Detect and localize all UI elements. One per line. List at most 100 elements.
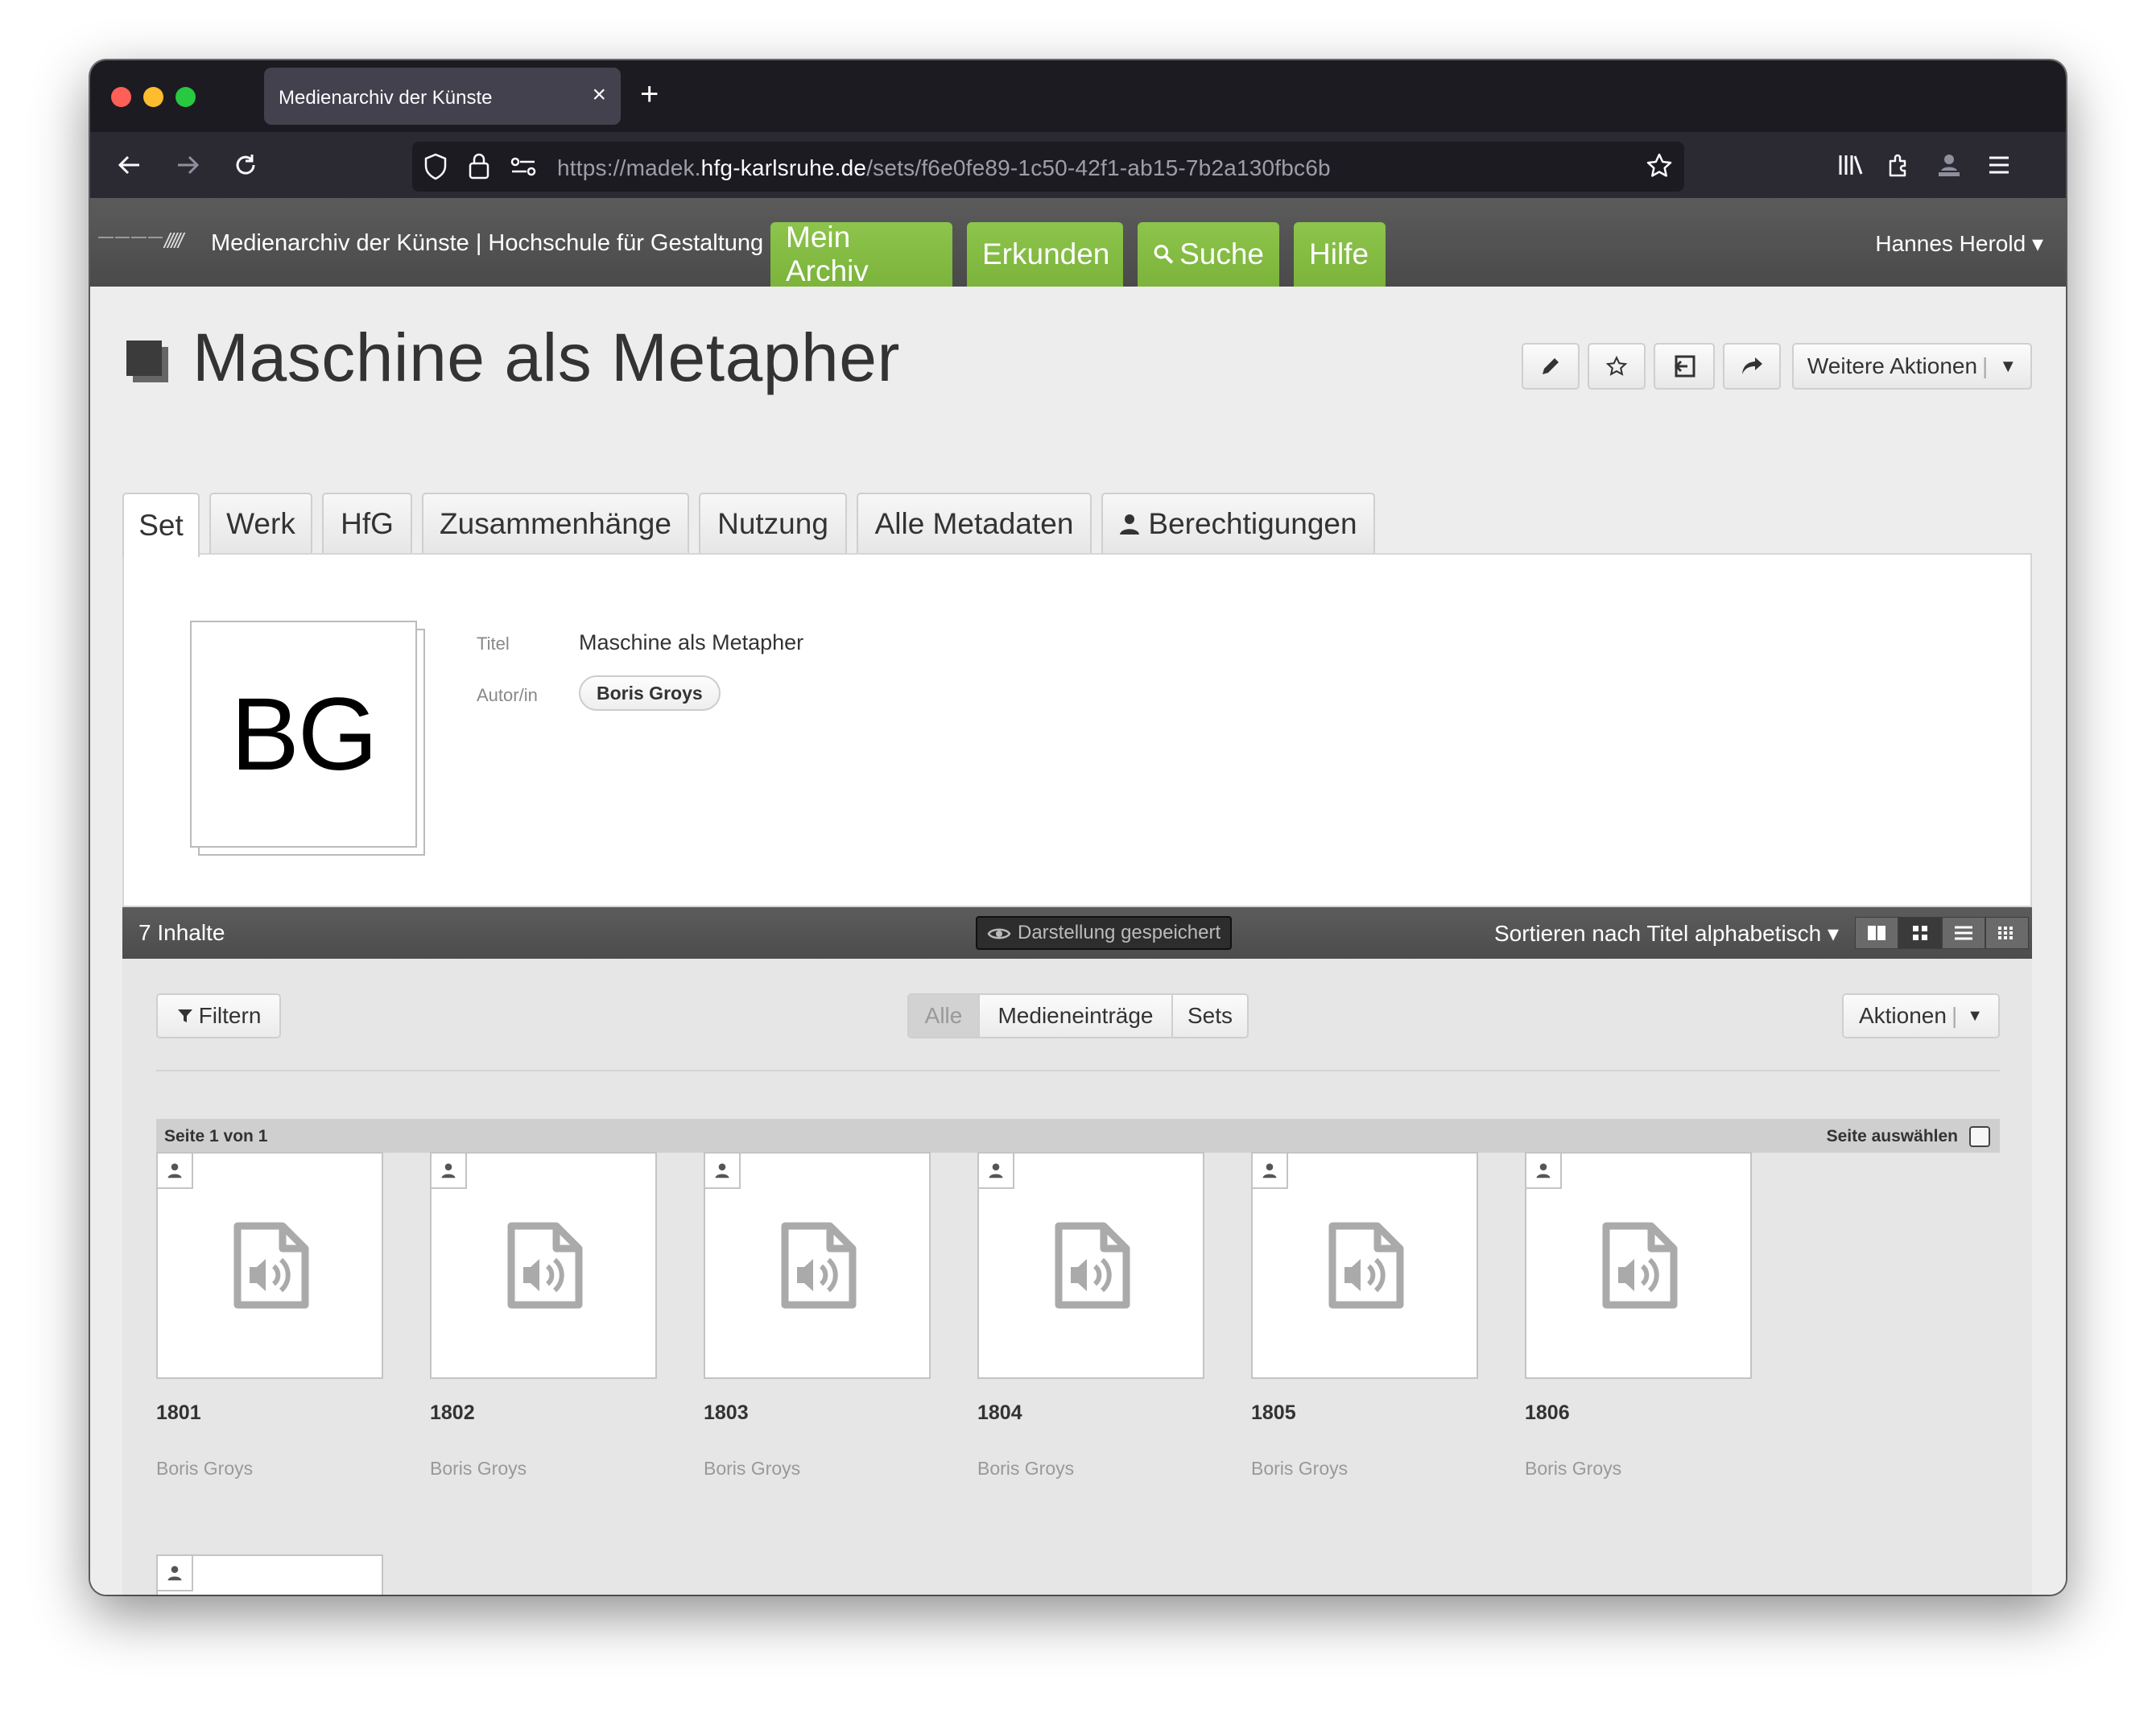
card-author: Boris Groys [1525,1458,1622,1479]
divider [156,1070,2000,1071]
view-columns-button[interactable] [1855,917,1898,949]
media-card[interactable] [156,1554,383,1595]
saved-view-badge[interactable]: Darstellung gespeichert [976,916,1233,950]
account-icon[interactable] [1929,145,1969,185]
tab-nutzung[interactable]: Nutzung [699,493,847,554]
sort-dropdown[interactable]: Sortieren nach Titel alphabetisch ▾ [1494,920,1839,947]
title-value: Maschine als Metapher [579,630,804,654]
browser-tab-title: Medienarchiv der Künste [279,87,493,109]
close-window-button[interactable] [111,87,131,107]
media-card[interactable]: 1806 Boris Groys [1525,1152,1752,1479]
card-author: Boris Groys [156,1458,254,1479]
media-card[interactable]: 1801 Boris Groys [156,1152,383,1479]
caret-down-icon: ▼ [1999,356,2018,376]
library-icon[interactable] [1831,145,1871,185]
author-label: Autor/in [477,685,538,705]
segment-alle[interactable]: Alle [909,995,978,1037]
user-menu[interactable]: Hannes Herold ▾ [1875,230,2043,257]
grid-icon [1913,926,1927,940]
site-logo[interactable] [98,232,163,243]
view-list-button[interactable] [1942,917,1985,949]
star-icon [1605,355,1628,376]
select-page-checkbox[interactable] [1969,1126,1990,1147]
media-card[interactable]: 1802 Boris Groys [430,1152,657,1479]
segment-sets[interactable]: Sets [1171,995,1247,1037]
filter-icon [177,1009,192,1022]
thumbnail-initials: BG [230,676,378,792]
browser-tab[interactable]: Medienarchiv der Künste × [264,68,621,125]
new-tab-icon[interactable]: + [640,76,659,112]
tab-alle-metadaten[interactable]: Alle Metadaten [857,493,1092,554]
user-icon [979,1154,1014,1189]
forward-arrow-icon[interactable] [167,145,208,185]
close-tab-icon[interactable]: × [592,81,606,109]
audio-file-icon [507,1222,583,1309]
card-author: Boris Groys [1251,1458,1349,1479]
nav-suche[interactable]: Suche [1138,222,1279,287]
set-icon [126,341,168,382]
menu-icon[interactable] [1979,145,2019,185]
main-content: Maschine als Metapher Weitere Aktionen |… [90,287,2066,1595]
site-permissions-icon[interactable] [510,156,536,181]
zoom-window-button[interactable] [176,87,196,107]
extensions-icon[interactable] [1879,145,1919,185]
url-text: https://madek.hfg-karlsruhe.de/sets/f6e0… [557,155,1331,180]
user-icon [1526,1154,1562,1189]
columns-icon [1868,926,1885,940]
card-title[interactable]: 1805 [1251,1401,1296,1425]
share-button[interactable] [1723,343,1781,390]
tab-werk[interactable]: Werk [209,493,312,554]
tab-hfg[interactable]: HfG [322,493,412,554]
card-author: Boris Groys [704,1458,801,1479]
results-list: Filtern Alle Medieneinträge Sets Aktione… [122,959,2032,1595]
view-tiles-button[interactable] [1985,917,2029,949]
nav-hilfe[interactable]: Hilfe [1294,222,1386,287]
results-count: 7 Inhalte [138,920,225,945]
favorite-button[interactable] [1588,343,1646,390]
browser-titlebar: Medienarchiv der Künste × + [90,60,2066,132]
eye-icon [987,928,1011,939]
bookmark-star-icon[interactable] [1646,152,1673,184]
reload-icon[interactable] [225,145,266,185]
author-tag[interactable]: Boris Groys [579,675,721,711]
tiles-icon [1998,927,2013,939]
segment-medieneintraege[interactable]: Medieneinträge [978,995,1171,1037]
nav-mein-archiv[interactable]: Mein Archiv [770,221,952,287]
pencil-icon [1543,358,1559,374]
card-author: Boris Groys [977,1458,1075,1479]
card-title[interactable]: 1803 [704,1401,749,1425]
more-actions-button[interactable]: Weitere Aktionen | ▼ [1792,343,2032,390]
media-card[interactable]: 1803 Boris Groys [704,1152,931,1479]
set-info-panel: BG Titel Maschine als Metapher Autor/in … [122,553,2032,907]
card-title[interactable]: 1804 [977,1401,1022,1425]
nav-erkunden[interactable]: Erkunden [967,222,1123,287]
audio-file-icon [781,1222,857,1309]
user-icon [158,1154,193,1189]
back-arrow-icon[interactable] [109,145,150,185]
view-grid-button[interactable] [1898,917,1942,949]
lock-icon[interactable] [469,152,489,184]
media-card[interactable]: 1804 Boris Groys [977,1152,1204,1479]
view-switcher [1855,917,2029,949]
audio-file-icon [233,1222,309,1309]
list-icon [1955,926,1972,940]
tab-zusammenhaenge[interactable]: Zusammenhänge [422,493,689,554]
minimize-window-button[interactable] [143,87,163,107]
share-icon [1742,357,1762,374]
add-to-set-button[interactable] [1654,343,1715,390]
site-logo-icon[interactable]: ///// [164,229,184,254]
edit-button[interactable] [1522,343,1580,390]
card-title[interactable]: 1801 [156,1401,201,1425]
card-title[interactable]: 1806 [1525,1401,1570,1425]
tab-berechtigungen[interactable]: Berechtigungen [1101,493,1375,554]
media-card[interactable]: 1805 Boris Groys [1251,1152,1478,1479]
site-name[interactable]: Medienarchiv der Künste | Hochschule für… [211,230,861,257]
filter-button[interactable]: Filtern [156,993,281,1038]
address-bar[interactable]: https://madek.hfg-karlsruhe.de/sets/f6e0… [412,142,1684,192]
page-title: Maschine als Metapher [192,320,900,395]
shield-icon[interactable] [423,153,448,184]
card-title[interactable]: 1802 [430,1401,475,1425]
tab-set[interactable]: Set [122,493,200,557]
caret-down-icon: ▾ [2031,231,2043,256]
actions-button[interactable]: Aktionen | ▼ [1842,993,2000,1038]
